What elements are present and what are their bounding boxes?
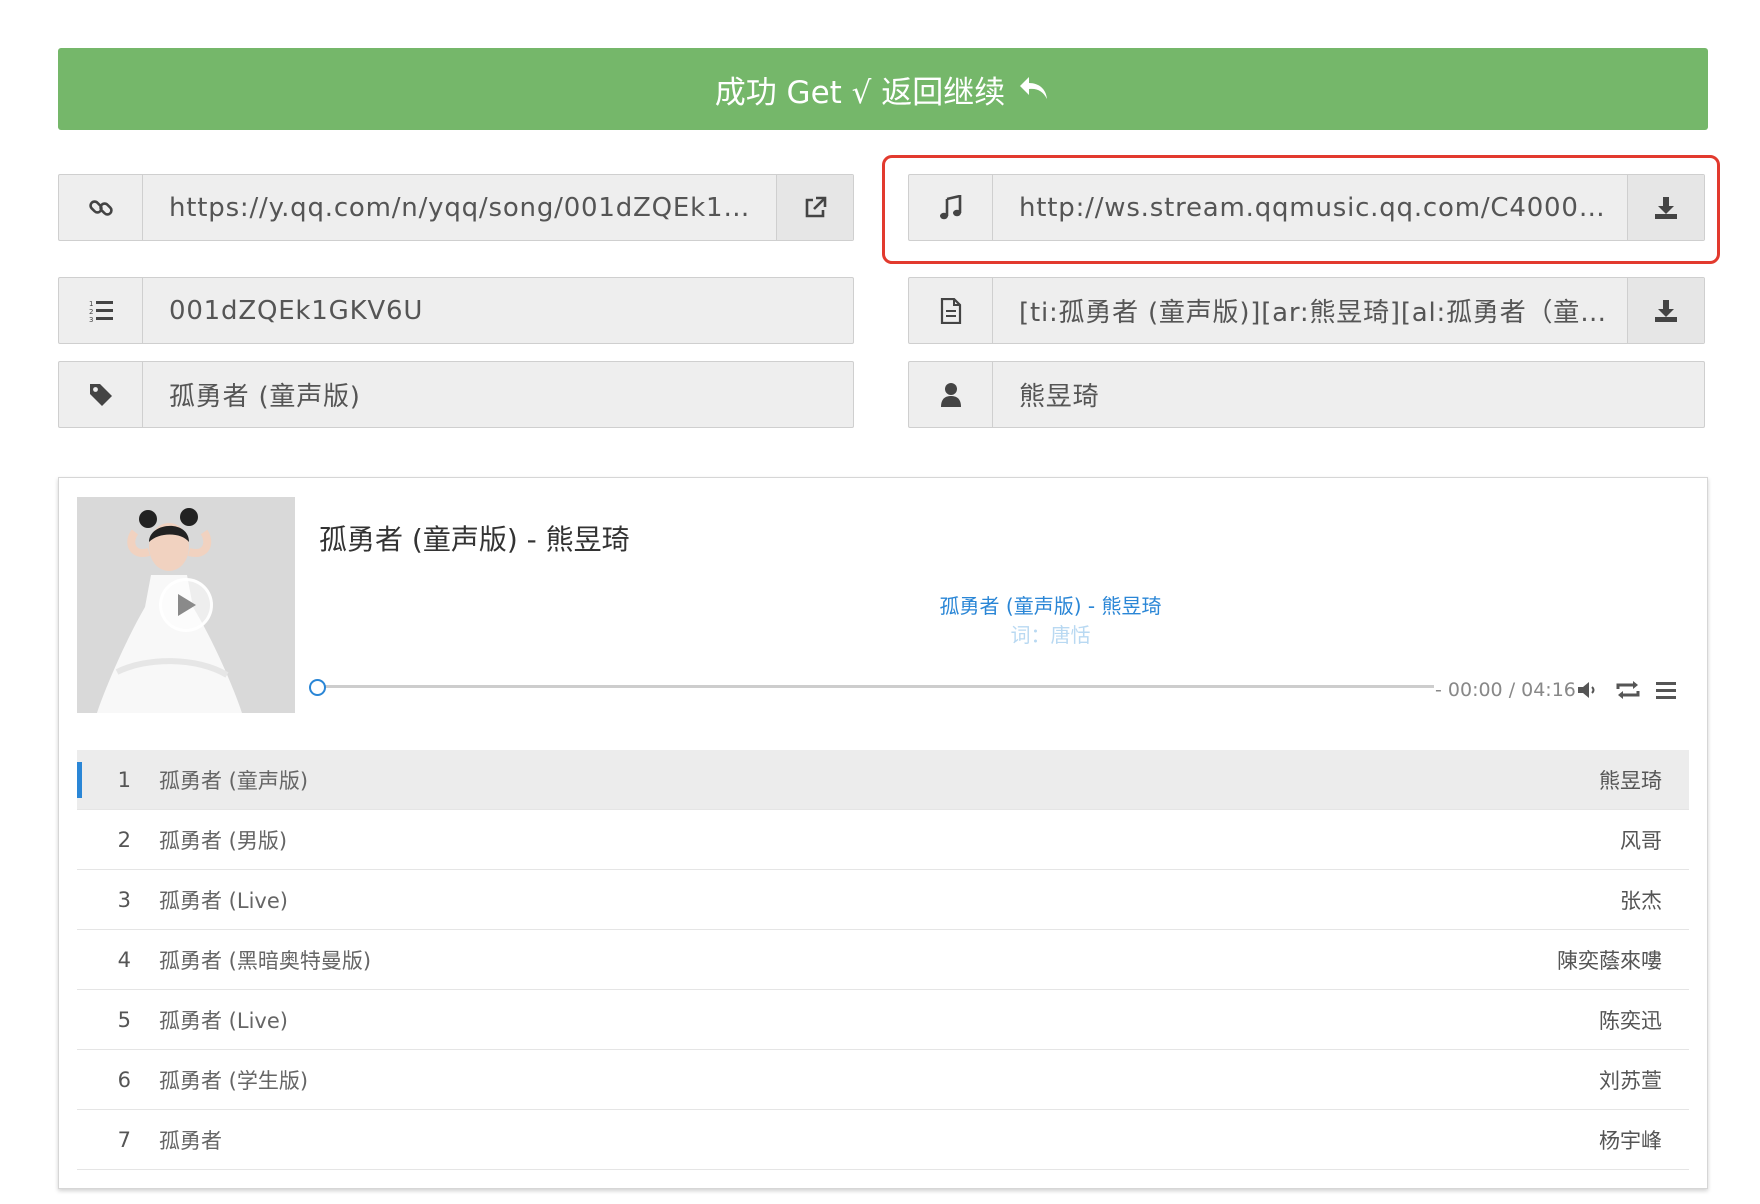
download-icon	[1653, 298, 1679, 324]
track-title: 孤勇者 (学生版)	[159, 1068, 309, 1093]
playlist-row[interactable]: 7 孤勇者 杨宇峰	[77, 1110, 1689, 1170]
menu-icon[interactable]	[1655, 680, 1677, 700]
track-artist: 杨宇峰	[1599, 1128, 1662, 1153]
song-name-value: 孤勇者 (童声版)	[169, 382, 361, 412]
track-title: 孤勇者 (黑暗奥特曼版)	[159, 948, 372, 973]
playlist-row[interactable]: 1 孤勇者 (童声版) 熊昱琦	[77, 750, 1689, 810]
track-artist: 陈奕迅	[1599, 1008, 1662, 1033]
track-title: 孤勇者 (Live)	[159, 1008, 288, 1033]
track-index: 1	[117, 767, 131, 792]
artist-field: 熊昱琦	[908, 361, 1705, 428]
artist-input[interactable]: 熊昱琦	[993, 362, 1704, 427]
song-title: 孤勇者 (童声版) - 熊昱琦	[319, 523, 630, 556]
track-index: 2	[117, 827, 131, 852]
song-url-value: https://y.qq.com/n/yqq/song/001dZQEk1G..…	[169, 192, 760, 223]
playlist: 1 孤勇者 (童声版) 熊昱琦 2 孤勇者 (男版) 风哥 3 孤勇者 (Live) 张杰 4 孤勇…	[77, 750, 1689, 1170]
ordered-list-icon: 1 2 3	[59, 278, 143, 343]
playlist-row[interactable]: 5 孤勇者 (Live) 陈奕迅	[77, 990, 1689, 1050]
song-url-input[interactable]: https://y.qq.com/n/yqq/song/001dZQEk1G..…	[143, 175, 776, 240]
lyrics-input[interactable]: [ti:孤勇者 (童声版)][ar:熊昱琦][al:孤勇者（童声...	[993, 278, 1627, 343]
lyric-current-line: 孤勇者 (童声版) - 熊昱琦	[939, 594, 1162, 618]
document-icon	[909, 278, 993, 343]
download-lyrics-button[interactable]	[1627, 278, 1704, 343]
success-return-button[interactable]: 成功 Get √ 返回继续	[58, 48, 1708, 130]
track-index: 5	[117, 1007, 131, 1032]
song-name-field: 孤勇者 (童声版)	[58, 361, 854, 428]
external-link-icon	[802, 195, 828, 221]
track-artist: 张杰	[1620, 888, 1662, 913]
song-url-field: https://y.qq.com/n/yqq/song/001dZQEk1G..…	[58, 174, 854, 241]
track-index: 3	[117, 887, 131, 912]
lyrics-field: [ti:孤勇者 (童声版)][ar:熊昱琦][al:孤勇者（童声...	[908, 277, 1705, 344]
track-title: 孤勇者 (男版)	[159, 828, 288, 853]
svg-text:3: 3	[89, 316, 93, 323]
track-title: 孤勇者	[159, 1128, 222, 1153]
lyrics-value: [ti:孤勇者 (童声版)][ar:熊昱琦][al:孤勇者（童声...	[1019, 298, 1611, 328]
svg-text:2: 2	[89, 308, 93, 316]
track-artist: 风哥	[1620, 828, 1662, 853]
return-arrow-icon	[1017, 74, 1051, 104]
lyric-next-line: 词：唐恬	[1010, 623, 1091, 647]
play-button[interactable]	[159, 578, 213, 632]
time-display: - 00:00 / 04:16	[1435, 679, 1576, 701]
user-icon	[909, 362, 993, 427]
progress-bar[interactable]	[321, 685, 1434, 688]
tag-icon	[59, 362, 143, 427]
playlist-row[interactable]: 6 孤勇者 (学生版) 刘苏萱	[77, 1050, 1689, 1110]
track-artist: 陳奕蔭來嘍	[1557, 948, 1662, 973]
open-link-button[interactable]	[776, 175, 853, 240]
progress-knob[interactable]	[309, 679, 326, 696]
volume-icon[interactable]	[1577, 680, 1599, 700]
highlight-box	[882, 155, 1720, 264]
track-title: 孤勇者 (童声版)	[159, 768, 309, 793]
album-cover[interactable]	[77, 497, 295, 713]
track-artist: 熊昱琦	[1599, 768, 1662, 793]
track-artist: 刘苏萱	[1599, 1068, 1662, 1093]
link-icon	[59, 175, 143, 240]
svg-text:1: 1	[89, 300, 93, 308]
artist-value: 熊昱琦	[1019, 382, 1100, 412]
play-icon	[175, 593, 197, 617]
track-index: 7	[117, 1127, 131, 1152]
song-mid-value: 001dZQEk1GKV6U	[169, 295, 424, 326]
playlist-row[interactable]: 3 孤勇者 (Live) 张杰	[77, 870, 1689, 930]
music-player: 孤勇者 (童声版) - 熊昱琦 孤勇者 (童声版) - 熊昱琦 词：唐恬 - 0…	[58, 477, 1708, 1189]
track-index: 4	[117, 947, 131, 972]
banner-text: 成功 Get √ 返回继续	[714, 74, 1006, 111]
playlist-row[interactable]: 2 孤勇者 (男版) 风哥	[77, 810, 1689, 870]
track-title: 孤勇者 (Live)	[159, 888, 288, 913]
song-mid-field: 1 2 3 001dZQEk1GKV6U	[58, 277, 854, 344]
track-index: 6	[117, 1067, 131, 1092]
loop-icon[interactable]	[1615, 680, 1641, 700]
song-name-input[interactable]: 孤勇者 (童声版)	[143, 362, 853, 427]
song-mid-input[interactable]: 001dZQEk1GKV6U	[143, 278, 853, 343]
playlist-row[interactable]: 4 孤勇者 (黑暗奥特曼版) 陳奕蔭來嘍	[77, 930, 1689, 990]
